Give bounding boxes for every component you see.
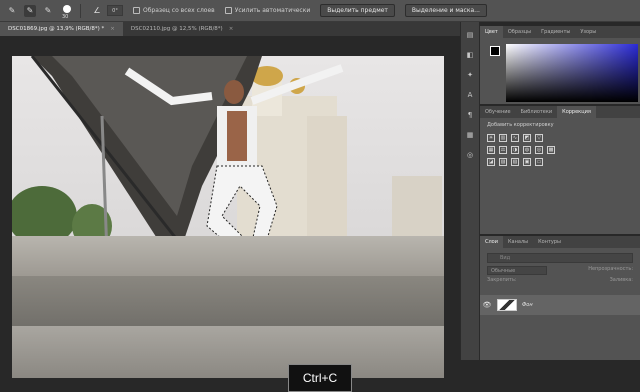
shortcut-overlay: Ctrl+C [288,364,352,392]
tab-label: DSC02110.jpg @ 12,5% (RGB/8*) [130,26,223,32]
layer-row-background[interactable]: 👁 Фон [480,295,640,315]
eye-icon[interactable]: 👁 [480,301,494,309]
navigator-icon[interactable]: ◎ [463,148,477,162]
close-icon[interactable]: × [229,26,234,32]
brush-preview-icon [63,4,71,13]
tab-patterns[interactable]: Узоры [575,26,601,38]
color-balance-icon[interactable]: ⚖ [499,146,507,154]
close-icon[interactable]: × [110,26,115,32]
checkbox-box[interactable] [133,7,140,14]
tab-libraries[interactable]: Библиотеки [516,106,558,118]
tab-paths[interactable]: Контуры [533,236,566,248]
gradient-map-icon[interactable]: ▭ [535,158,543,166]
foreground-ledge [12,326,444,378]
color-panel-tabs: Цвет Образцы Градиенты Узоры [480,26,640,38]
lock-label: Закрепить: [487,277,517,283]
character-icon[interactable]: A [463,88,477,102]
posterize-icon[interactable]: ▨ [499,158,507,166]
angle-icon: ∠ [93,6,101,15]
quick-selection-add-icon[interactable]: ✎ [24,4,36,17]
selective-color-icon[interactable]: ▣ [523,158,531,166]
divider [80,3,81,18]
opacity-label: Непрозрачность: [588,266,633,272]
properties-icon[interactable]: ◧ [463,48,477,62]
layers-panel-tabs: Слои Каналы Контуры [480,236,640,248]
auto-enhance-checkbox[interactable]: Усилить автоматически [224,7,311,14]
document-tab-bar: DSC01869.jpg @ 13,9% (RGB/8*) * × DSC021… [0,22,460,36]
brush-size-value: 30 [62,13,69,20]
tab-layers[interactable]: Слои [480,236,503,248]
quick-selection-new-icon[interactable]: ✎ [6,5,18,17]
layer-filter-input[interactable]: Вид [487,253,633,263]
color-picker-field[interactable] [506,44,638,102]
invert-icon[interactable]: ◪ [487,158,495,166]
brightness-icon[interactable]: ☀ [487,134,495,142]
adjustments-row-2: ▦ ⚖ ◑ ◍ ◎ ▩ [480,144,640,156]
tab-channels[interactable]: Каналы [503,236,533,248]
channel-mixer-icon[interactable]: ◎ [535,146,543,154]
swatches-icon[interactable]: ▦ [463,128,477,142]
adjustments-panel-tabs: Обучение Библиотеки Коррекция [480,106,640,118]
tab-learn[interactable]: Обучение [480,106,516,118]
tab-gradients[interactable]: Градиенты [536,26,575,38]
select-and-mask-button[interactable]: Выделение и маска... [404,4,487,17]
blend-opacity-row: Обычные Непрозрачность: [487,266,633,275]
embankment-region [12,236,444,278]
layer-thumbnail [497,299,517,311]
curves-icon[interactable]: ∿ [511,134,519,142]
auto-enhance-label: Усилить автоматически [234,7,311,14]
color-panel: Цвет Образцы Градиенты Узоры [480,26,640,104]
panel-icon-strip: ▤ ◧ ✦ A ¶ ▦ ◎ [460,22,480,360]
paragraph-icon[interactable]: ¶ [463,108,477,122]
black-white-icon[interactable]: ◑ [511,146,519,154]
color-lookup-icon[interactable]: ▩ [547,146,555,154]
tab-swatches[interactable]: Образцы [503,26,536,38]
document-image[interactable] [12,56,444,378]
tab-color[interactable]: Цвет [480,26,503,38]
adjustments-panel: Обучение Библиотеки Коррекция Добавить к… [480,106,640,234]
levels-icon[interactable]: ▥ [499,134,507,142]
brush-settings-icon[interactable]: ✦ [463,68,477,82]
adjustments-row-1: ☀ ▥ ∿ ◩ ▽ [480,132,640,144]
checkbox-box[interactable] [224,7,232,14]
adjustments-title: Добавить корректировку [487,122,554,128]
lock-fill-row: Закрепить: Заливка: [487,277,633,283]
photo-filter-icon[interactable]: ◍ [523,146,531,154]
sample-all-layers-label: Образец со всех слоев [143,7,215,14]
select-subject-button[interactable]: Выделить предмет [320,4,395,17]
exposure-icon[interactable]: ◩ [523,134,531,142]
angle-input[interactable]: 0° [107,5,123,16]
fill-label: Заливка: [609,277,633,283]
options-bar: ✎ ✎ ✎ 30 ∠ 0° Образец со всех слоев Усил… [0,0,640,22]
canvas-area[interactable]: Ctrl+C [0,36,460,392]
tab-document-1[interactable]: DSC01869.jpg @ 13,9% (RGB/8*) * × [0,22,123,36]
foreground-color-swatch[interactable] [490,46,500,56]
layers-panel: Слои Каналы Контуры Вид Обычные Непрозра… [480,236,640,360]
tab-label: DSC01869.jpg @ 13,9% (RGB/8*) * [8,26,105,32]
adjustments-row-3: ◪ ▨ ▧ ▣ ▭ [480,156,640,168]
history-icon[interactable]: ▤ [463,28,477,42]
brush-size-picker[interactable]: 30 [60,3,76,20]
hue-saturation-icon[interactable]: ▦ [487,146,495,154]
tab-adjustments[interactable]: Коррекция [557,106,596,118]
vibrance-icon[interactable]: ▽ [535,134,543,142]
blend-mode-select[interactable]: Обычные [487,266,547,275]
layer-name: Фон [522,302,533,308]
tab-document-2[interactable]: DSC02110.jpg @ 12,5% (RGB/8*) × [123,22,241,36]
quick-selection-subtract-icon[interactable]: ✎ [42,5,54,17]
threshold-icon[interactable]: ▧ [511,158,519,166]
sample-all-layers-checkbox[interactable]: Образец со всех слоев [133,7,215,14]
